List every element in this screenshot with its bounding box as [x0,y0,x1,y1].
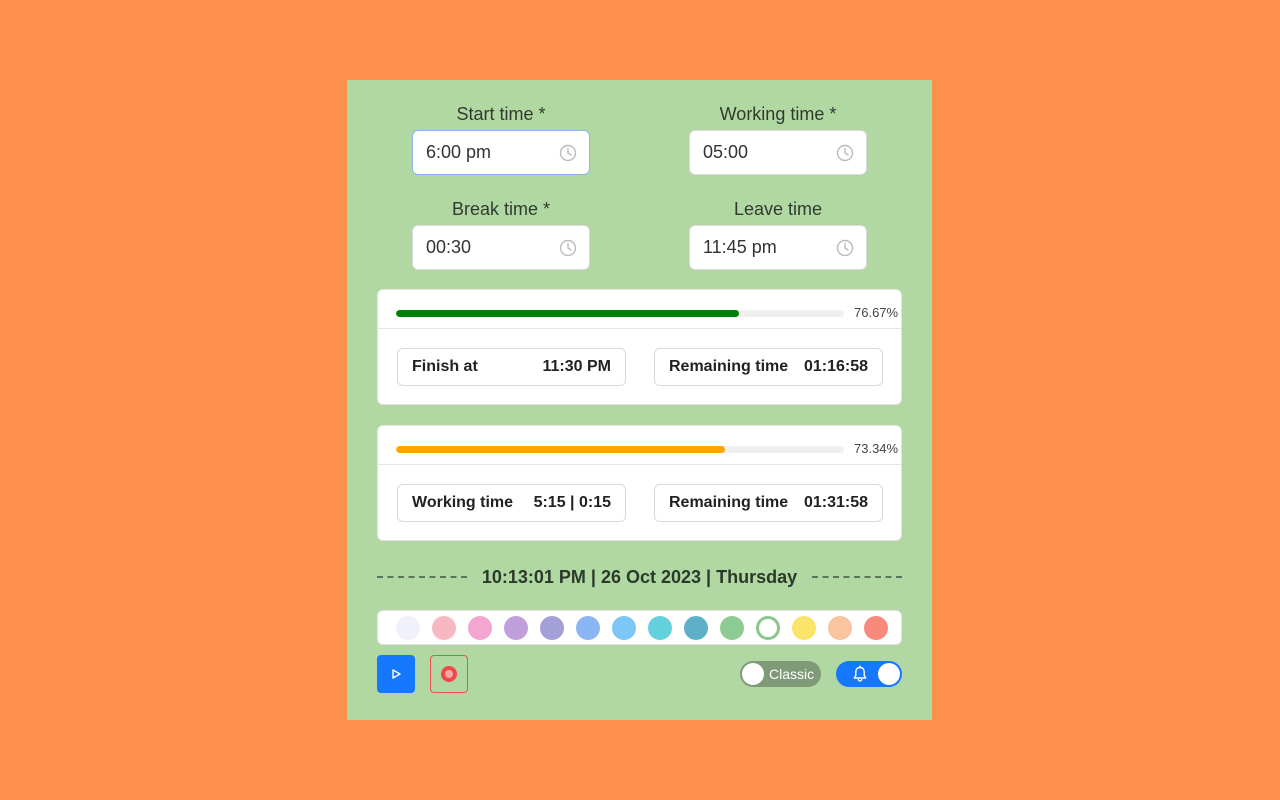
classic-mode-toggle[interactable]: Classic [740,661,821,687]
leave-progress-fill [396,446,725,453]
working-time-stat-value: 5:15 | 0:15 [533,494,611,511]
toggle-knob [878,663,900,685]
dashed-divider-right [811,576,902,578]
divider [378,328,901,329]
play-icon [392,669,401,679]
theme-swatch[interactable] [648,615,672,640]
break-time-picker[interactable] [412,225,590,270]
theme-swatch[interactable] [720,615,744,640]
finish-at-label: Finish at [412,358,478,375]
theme-swatch[interactable] [468,615,492,640]
leave-time-label: Leave time [733,199,823,219]
theme-swatch[interactable] [576,615,600,640]
break-time-input[interactable] [426,237,559,258]
clock-icon[interactable] [559,144,577,162]
leave-remaining-label: Remaining time [669,494,789,511]
leave-time-picker[interactable] [689,225,867,270]
theme-swatch[interactable] [540,615,564,640]
play-button[interactable] [377,655,415,693]
clock-icon[interactable] [559,239,577,257]
start-time-input[interactable] [426,142,559,163]
leave-progress-card: 73.34% Working time 5:15 | 0:15 Remainin… [377,425,902,541]
working-time-input[interactable] [703,142,836,163]
theme-swatch[interactable] [828,615,852,640]
work-progress: 76.67% [396,305,901,322]
record-button[interactable] [430,655,468,693]
theme-swatch[interactable] [396,615,420,640]
work-progress-percent: 76.67% [854,305,899,320]
work-remaining-label: Remaining time [669,358,789,375]
theme-swatch[interactable] [612,615,636,640]
dashed-divider-left [377,576,467,578]
working-time-box: Working time 5:15 | 0:15 [397,484,626,522]
leave-progress-track [396,446,844,453]
theme-color-picker [377,610,902,645]
leave-remaining-box: Remaining time 01:31:58 [654,484,883,522]
leave-time-input[interactable] [703,237,836,258]
clock-icon[interactable] [836,144,854,162]
break-time-field: Break time * [412,197,590,270]
working-time-picker[interactable] [689,130,867,175]
break-time-label: Break time * [451,199,551,219]
work-progress-card: 76.67% Finish at 11:30 PM Remaining time… [377,289,902,405]
theme-swatch[interactable] [684,615,708,640]
working-time-stat-label: Working time [412,494,514,511]
notification-toggle[interactable] [836,661,902,687]
classic-toggle-label: Classic [769,666,815,682]
leave-progress: 73.34% [396,441,901,458]
finish-at-value: 11:30 PM [542,358,611,375]
work-remaining-value: 01:16:58 [803,358,868,375]
working-time-label: Working time * [719,104,837,124]
leave-remaining-value: 01:31:58 [803,494,868,511]
theme-swatch[interactable] [504,615,528,640]
theme-swatch[interactable] [756,615,780,640]
bell-icon [853,665,867,682]
toggle-knob [742,663,764,685]
time-tracker-panel: Start time * Working time * Break time * [347,80,932,720]
theme-swatch[interactable] [792,615,816,640]
working-time-field: Working time * [689,102,867,175]
record-icon [441,666,457,682]
start-time-field: Start time * [412,102,590,175]
start-time-picker[interactable] [412,130,590,175]
theme-swatch[interactable] [864,615,888,640]
finish-at-box: Finish at 11:30 PM [397,348,626,386]
leave-progress-percent: 73.34% [854,441,899,456]
clock-icon[interactable] [836,239,854,257]
current-datetime: 10:13:01 PM | 26 Oct 2023 | Thursday [481,566,798,587]
theme-swatch[interactable] [432,615,456,640]
work-remaining-box: Remaining time 01:16:58 [654,348,883,386]
work-progress-fill [396,310,740,317]
divider [378,464,901,465]
start-time-label: Start time * [456,104,546,124]
leave-time-field: Leave time [689,197,867,270]
current-datetime-row: 10:13:01 PM | 26 Oct 2023 | Thursday [377,565,902,589]
work-progress-track [396,310,844,317]
